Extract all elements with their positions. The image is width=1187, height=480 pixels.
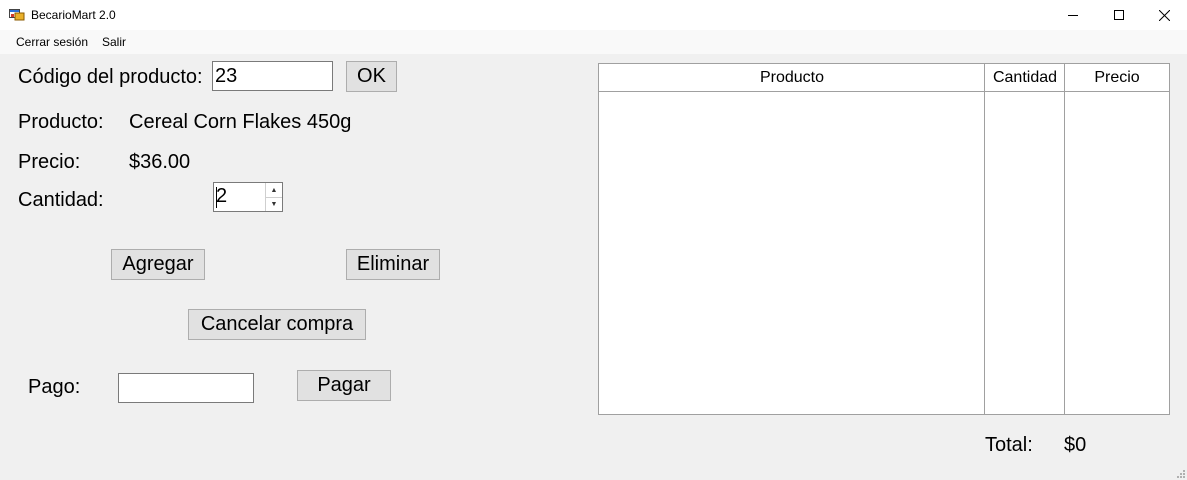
- close-icon: [1158, 9, 1170, 21]
- codigo-input[interactable]: [212, 61, 333, 91]
- eliminar-button[interactable]: Eliminar: [346, 249, 440, 280]
- stepper-up-button[interactable]: ▲: [266, 183, 282, 198]
- title-bar: BecarioMart 2.0: [0, 0, 1187, 30]
- column-header-precio[interactable]: Precio: [1065, 64, 1169, 92]
- menu-item-salir[interactable]: Salir: [102, 35, 126, 49]
- cantidad-value[interactable]: 2: [216, 185, 227, 208]
- pago-label: Pago:: [28, 376, 81, 398]
- producto-value: Cereal Corn Flakes 450g: [129, 111, 352, 133]
- maximize-icon: [1114, 10, 1124, 20]
- chevron-up-icon: ▲: [270, 186, 278, 194]
- close-button[interactable]: [1141, 0, 1187, 30]
- cancelar-compra-button[interactable]: Cancelar compra: [188, 309, 366, 340]
- column-header-cantidad[interactable]: Cantidad: [985, 64, 1065, 92]
- pagar-button[interactable]: Pagar: [297, 370, 391, 401]
- column-divider: [984, 64, 985, 414]
- cantidad-stepper[interactable]: 2 ▲ ▼: [213, 182, 283, 212]
- cart-table[interactable]: Producto Cantidad Precio: [598, 63, 1170, 415]
- total-label: Total:: [985, 434, 1033, 456]
- minimize-icon: [1068, 15, 1078, 16]
- menu-bar: Cerrar sesión Salir: [0, 30, 1187, 54]
- chevron-down-icon: ▼: [270, 200, 278, 208]
- precio-label: Precio:: [18, 151, 81, 173]
- menu-item-cerrar-sesion[interactable]: Cerrar sesión: [16, 35, 88, 49]
- total-value: $0: [1064, 434, 1087, 456]
- column-divider: [1064, 64, 1065, 414]
- agregar-button[interactable]: Agregar: [111, 249, 205, 280]
- ok-button[interactable]: OK: [346, 61, 397, 92]
- window-title: BecarioMart 2.0: [31, 8, 116, 22]
- minimize-button[interactable]: [1050, 0, 1096, 30]
- resize-grip-icon[interactable]: [1175, 468, 1185, 478]
- column-header-producto[interactable]: Producto: [599, 64, 985, 92]
- precio-value: $36.00: [129, 151, 191, 173]
- producto-label: Producto:: [18, 111, 104, 133]
- cantidad-label: Cantidad:: [18, 189, 104, 211]
- app-window-icon: [9, 9, 25, 21]
- pago-input[interactable]: [118, 373, 254, 403]
- stepper-buttons: ▲ ▼: [265, 183, 282, 211]
- maximize-button[interactable]: [1096, 0, 1142, 30]
- codigo-label: Código del producto:: [18, 66, 203, 88]
- stepper-down-button[interactable]: ▼: [266, 197, 282, 211]
